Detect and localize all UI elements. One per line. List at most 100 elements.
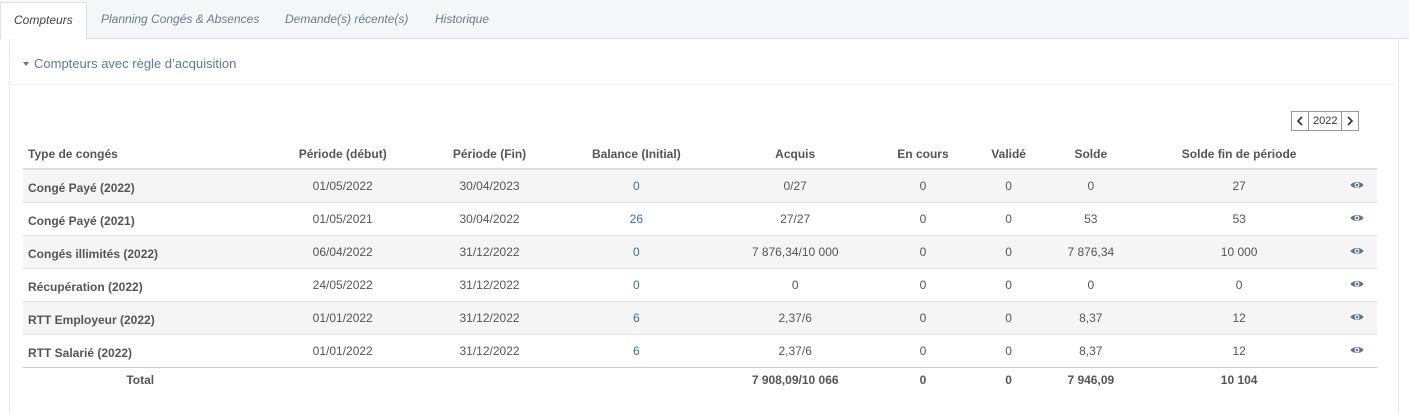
view-button[interactable] <box>1350 311 1364 325</box>
col-acquis: Acquis <box>721 139 869 170</box>
cell-view <box>1336 201 1377 235</box>
cell-start: 24/05/2022 <box>257 267 428 301</box>
chevron-right-icon <box>1347 116 1354 126</box>
balance-link[interactable]: 0 <box>633 278 640 292</box>
cell-valide: 0 <box>977 300 1041 334</box>
view-button[interactable] <box>1350 245 1364 259</box>
tab-planning[interactable]: Planning Congés & Absences <box>101 12 259 26</box>
cell-en-cours: 0 <box>868 168 978 202</box>
cell-type: RTT Employeur (2022) <box>23 300 258 334</box>
cell-type: Congé Payé (2021) <box>23 201 258 235</box>
total-row: Total 7 908,09/10 066 0 0 7 946,09 10 10… <box>23 366 1377 393</box>
balance-link[interactable]: 0 <box>633 245 640 259</box>
table-row: Congés illimités (2022) 06/04/2022 31/12/2… <box>23 234 1377 268</box>
cell-solde-fin: 12 <box>1141 300 1337 334</box>
cell-en-cours: 0 <box>868 333 978 367</box>
cell-balance: 0 <box>551 267 722 301</box>
total-label: Total <box>23 366 258 393</box>
cell-type: Congé Payé (2022) <box>23 168 258 202</box>
tab-historique[interactable]: Historique <box>435 12 489 26</box>
cell-end: 31/12/2022 <box>427 300 552 334</box>
next-year-button[interactable] <box>1341 111 1360 131</box>
col-solde-fin: Solde fin de période <box>1141 139 1337 170</box>
cell-solde: 7 876,34 <box>1040 234 1142 268</box>
cell-en-cours: 0 <box>868 234 978 268</box>
cell-type: Congés illimités (2022) <box>23 234 258 268</box>
col-start: Période (début) <box>257 139 428 170</box>
cell-solde-fin: 53 <box>1141 201 1337 235</box>
cell-acquis: 2,37/6 <box>721 333 869 367</box>
cell-solde: 0 <box>1040 267 1142 301</box>
cell-type: Récupération (2022) <box>23 267 258 301</box>
eye-icon <box>1350 281 1364 287</box>
year-value: 2022 <box>1309 111 1342 131</box>
table-header-row: Type de congés Période (début) Période (… <box>23 139 1377 170</box>
eye-icon <box>1350 248 1364 254</box>
total-valide: 0 <box>977 366 1041 393</box>
balance-link[interactable]: 26 <box>630 212 643 226</box>
table-row: Congé Payé (2021) 01/05/2021 30/04/2022 26 2… <box>23 201 1377 235</box>
balance-link[interactable]: 6 <box>633 311 640 325</box>
cell-acquis: 7 876,34/10 000 <box>721 234 869 268</box>
view-button[interactable] <box>1350 344 1364 358</box>
cell-acquis: 27/27 <box>721 201 869 235</box>
col-solde: Solde <box>1040 139 1142 170</box>
cell-view <box>1336 234 1377 268</box>
cell-en-cours: 0 <box>868 267 978 301</box>
view-button[interactable] <box>1350 179 1364 193</box>
tab-compteurs[interactable]: Compteurs <box>0 2 87 40</box>
cell-solde-fin: 10 000 <box>1141 234 1337 268</box>
section-toggle[interactable]: Compteurs avec règle d’acquisition <box>23 56 236 71</box>
cell-view <box>1336 168 1377 202</box>
table-row: Récupération (2022) 24/05/2022 31/12/2022 0… <box>23 267 1377 301</box>
caret-down-icon <box>23 61 29 66</box>
col-actions <box>1336 139 1377 170</box>
prev-year-button[interactable] <box>1291 111 1309 131</box>
eye-icon <box>1350 347 1364 353</box>
cell-balance: 0 <box>551 168 722 202</box>
cell-balance: 26 <box>551 201 722 235</box>
cell-end: 30/04/2023 <box>427 168 552 202</box>
cell-solde-fin: 27 <box>1141 168 1337 202</box>
balance-link[interactable]: 0 <box>633 179 640 193</box>
col-end: Période (Fin) <box>427 139 552 170</box>
view-button[interactable] <box>1350 278 1364 292</box>
balance-link[interactable]: 6 <box>633 344 640 358</box>
cell-solde: 8,37 <box>1040 333 1142 367</box>
eye-icon <box>1350 215 1364 221</box>
total-solde-fin: 10 104 <box>1141 366 1337 393</box>
cell-end: 31/12/2022 <box>427 234 552 268</box>
cell-end: 31/12/2022 <box>427 267 552 301</box>
cell-start: 01/05/2021 <box>257 201 428 235</box>
cell-balance: 0 <box>551 234 722 268</box>
cell-view <box>1336 333 1377 367</box>
cell-acquis: 0 <box>721 267 869 301</box>
cell-en-cours: 0 <box>868 300 978 334</box>
cell-acquis: 2,37/6 <box>721 300 869 334</box>
table-row: RTT Employeur (2022) 01/01/2022 31/12/2022… <box>23 300 1377 334</box>
tab-demandes-recentes[interactable]: Demande(s) récente(s) <box>285 12 408 26</box>
cell-valide: 0 <box>977 267 1041 301</box>
cell-start: 06/04/2022 <box>257 234 428 268</box>
counters-panel: Compteurs avec règle d’acquisition 2022 … <box>9 39 1399 413</box>
tab-bar: Compteurs Planning Congés & Absences Dem… <box>0 0 1409 40</box>
cell-acquis: 0/27 <box>721 168 869 202</box>
divider <box>10 84 1394 85</box>
cell-end: 31/12/2022 <box>427 333 552 367</box>
col-valide: Validé <box>977 139 1041 170</box>
cell-view <box>1336 300 1377 334</box>
cell-solde-fin: 0 <box>1141 267 1337 301</box>
cell-balance: 6 <box>551 333 722 367</box>
col-en-cours: En cours <box>868 139 978 170</box>
cell-solde: 8,37 <box>1040 300 1142 334</box>
col-type: Type de congés <box>23 139 258 170</box>
view-button[interactable] <box>1350 212 1364 226</box>
total-en-cours: 0 <box>868 366 978 393</box>
cell-view <box>1336 267 1377 301</box>
cell-end: 30/04/2022 <box>427 201 552 235</box>
eye-icon <box>1350 182 1364 189</box>
cell-start: 01/05/2022 <box>257 168 428 202</box>
cell-solde: 0 <box>1040 168 1142 202</box>
cell-start: 01/01/2022 <box>257 300 428 334</box>
cell-start: 01/01/2022 <box>257 333 428 367</box>
